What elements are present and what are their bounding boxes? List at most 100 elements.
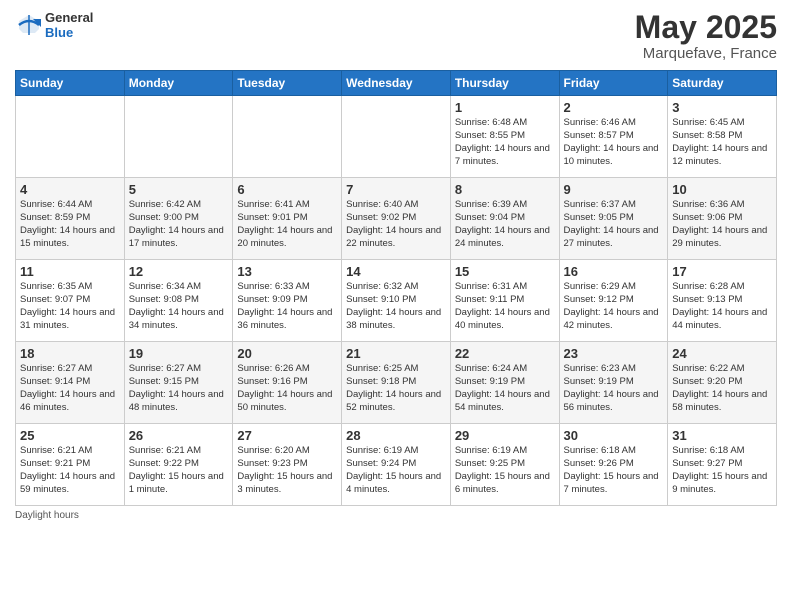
calendar-cell: 25 Sunrise: 6:21 AM Sunset: 9:21 PM Dayli… — [16, 424, 125, 506]
calendar-cell: 9 Sunrise: 6:37 AM Sunset: 9:05 PM Daylig… — [559, 178, 668, 260]
day-number: 6 — [237, 182, 337, 197]
subtitle: Marquefave, France — [635, 45, 777, 62]
day-info: Sunrise: 6:45 AM Sunset: 8:58 PM Dayligh… — [672, 117, 772, 168]
day-info: Sunrise: 6:40 AM Sunset: 9:02 PM Dayligh… — [346, 199, 446, 250]
day-info: Sunrise: 6:36 AM Sunset: 9:06 PM Dayligh… — [672, 199, 772, 250]
title-block: May 2025 Marquefave, France — [635, 10, 777, 62]
day-info: Sunrise: 6:27 AM Sunset: 9:15 PM Dayligh… — [129, 363, 229, 414]
calendar-cell: 2 Sunrise: 6:46 AM Sunset: 8:57 PM Daylig… — [559, 96, 668, 178]
calendar-cell — [16, 96, 125, 178]
day-number: 14 — [346, 264, 446, 279]
logo-blue: Blue — [45, 25, 93, 40]
day-info: Sunrise: 6:18 AM Sunset: 9:26 PM Dayligh… — [564, 445, 664, 496]
day-info: Sunrise: 6:29 AM Sunset: 9:12 PM Dayligh… — [564, 281, 664, 332]
logo-icon — [15, 11, 43, 39]
header-row: Sunday Monday Tuesday Wednesday Thursday… — [16, 71, 777, 96]
calendar-cell: 12 Sunrise: 6:34 AM Sunset: 9:08 PM Dayli… — [124, 260, 233, 342]
calendar-cell: 8 Sunrise: 6:39 AM Sunset: 9:04 PM Daylig… — [450, 178, 559, 260]
calendar-cell: 18 Sunrise: 6:27 AM Sunset: 9:14 PM Dayli… — [16, 342, 125, 424]
footer-text: Daylight hours — [15, 510, 79, 521]
calendar-week-1: 4 Sunrise: 6:44 AM Sunset: 8:59 PM Daylig… — [16, 178, 777, 260]
calendar-cell — [342, 96, 451, 178]
calendar-cell: 7 Sunrise: 6:40 AM Sunset: 9:02 PM Daylig… — [342, 178, 451, 260]
day-number: 1 — [455, 100, 555, 115]
day-number: 22 — [455, 346, 555, 361]
day-number: 19 — [129, 346, 229, 361]
day-number: 16 — [564, 264, 664, 279]
day-info: Sunrise: 6:35 AM Sunset: 9:07 PM Dayligh… — [20, 281, 120, 332]
calendar-cell: 10Sunrise: 6:36 AM Sunset: 9:06 PM Dayli… — [668, 178, 777, 260]
day-info: Sunrise: 6:34 AM Sunset: 9:08 PM Dayligh… — [129, 281, 229, 332]
day-info: Sunrise: 6:22 AM Sunset: 9:20 PM Dayligh… — [672, 363, 772, 414]
day-number: 26 — [129, 428, 229, 443]
day-info: Sunrise: 6:23 AM Sunset: 9:19 PM Dayligh… — [564, 363, 664, 414]
day-info: Sunrise: 6:39 AM Sunset: 9:04 PM Dayligh… — [455, 199, 555, 250]
day-number: 17 — [672, 264, 772, 279]
col-wednesday: Wednesday — [342, 71, 451, 96]
calendar-cell: 22 Sunrise: 6:24 AM Sunset: 9:19 PM Dayli… — [450, 342, 559, 424]
calendar-cell: 28Sunrise: 6:19 AM Sunset: 9:24 PM Dayli… — [342, 424, 451, 506]
day-number: 4 — [20, 182, 120, 197]
day-number: 18 — [20, 346, 120, 361]
calendar-week-2: 11 Sunrise: 6:35 AM Sunset: 9:07 PM Dayli… — [16, 260, 777, 342]
day-number: 20 — [237, 346, 337, 361]
logo-general: General — [45, 10, 93, 25]
calendar-body: 1 Sunrise: 6:48 AM Sunset: 8:55 PM Daylig… — [16, 96, 777, 506]
logo: General Blue — [15, 10, 93, 40]
calendar-cell: 16 Sunrise: 6:29 AM Sunset: 9:12 PM Dayli… — [559, 260, 668, 342]
day-number: 9 — [564, 182, 664, 197]
calendar-cell: 13Sunrise: 6:33 AM Sunset: 9:09 PM Dayli… — [233, 260, 342, 342]
day-info: Sunrise: 6:25 AM Sunset: 9:18 PM Dayligh… — [346, 363, 446, 414]
calendar-cell: 3Sunrise: 6:45 AM Sunset: 8:58 PM Daylig… — [668, 96, 777, 178]
calendar-cell: 29Sunrise: 6:19 AM Sunset: 9:25 PM Dayli… — [450, 424, 559, 506]
day-number: 31 — [672, 428, 772, 443]
day-number: 2 — [564, 100, 664, 115]
day-info: Sunrise: 6:44 AM Sunset: 8:59 PM Dayligh… — [20, 199, 120, 250]
col-thursday: Thursday — [450, 71, 559, 96]
day-info: Sunrise: 6:32 AM Sunset: 9:10 PM Dayligh… — [346, 281, 446, 332]
day-number: 7 — [346, 182, 446, 197]
day-number: 15 — [455, 264, 555, 279]
day-info: Sunrise: 6:21 AM Sunset: 9:22 PM Dayligh… — [129, 445, 229, 496]
day-info: Sunrise: 6:48 AM Sunset: 8:55 PM Dayligh… — [455, 117, 555, 168]
day-number: 23 — [564, 346, 664, 361]
calendar-table: Sunday Monday Tuesday Wednesday Thursday… — [15, 70, 777, 506]
calendar-cell: 1 Sunrise: 6:48 AM Sunset: 8:55 PM Daylig… — [450, 96, 559, 178]
day-number: 24 — [672, 346, 772, 361]
main-title: May 2025 — [635, 10, 777, 45]
calendar-cell: 21Sunrise: 6:25 AM Sunset: 9:18 PM Dayli… — [342, 342, 451, 424]
day-number: 12 — [129, 264, 229, 279]
day-number: 11 — [20, 264, 120, 279]
calendar-cell: 15Sunrise: 6:31 AM Sunset: 9:11 PM Dayli… — [450, 260, 559, 342]
day-number: 29 — [455, 428, 555, 443]
day-number: 25 — [20, 428, 120, 443]
day-info: Sunrise: 6:42 AM Sunset: 9:00 PM Dayligh… — [129, 199, 229, 250]
day-info: Sunrise: 6:24 AM Sunset: 9:19 PM Dayligh… — [455, 363, 555, 414]
day-info: Sunrise: 6:27 AM Sunset: 9:14 PM Dayligh… — [20, 363, 120, 414]
calendar-cell: 24 Sunrise: 6:22 AM Sunset: 9:20 PM Dayli… — [668, 342, 777, 424]
day-number: 30 — [564, 428, 664, 443]
calendar-week-4: 25 Sunrise: 6:21 AM Sunset: 9:21 PM Dayli… — [16, 424, 777, 506]
col-tuesday: Tuesday — [233, 71, 342, 96]
calendar-cell: 6Sunrise: 6:41 AM Sunset: 9:01 PM Daylig… — [233, 178, 342, 260]
calendar-week-0: 1 Sunrise: 6:48 AM Sunset: 8:55 PM Daylig… — [16, 96, 777, 178]
day-info: Sunrise: 6:33 AM Sunset: 9:09 PM Dayligh… — [237, 281, 337, 332]
calendar-cell: 14 Sunrise: 6:32 AM Sunset: 9:10 PM Dayli… — [342, 260, 451, 342]
day-info: Sunrise: 6:28 AM Sunset: 9:13 PM Dayligh… — [672, 281, 772, 332]
calendar-cell: 23 Sunrise: 6:23 AM Sunset: 9:19 PM Dayli… — [559, 342, 668, 424]
day-number: 8 — [455, 182, 555, 197]
day-info: Sunrise: 6:46 AM Sunset: 8:57 PM Dayligh… — [564, 117, 664, 168]
calendar-header: Sunday Monday Tuesday Wednesday Thursday… — [16, 71, 777, 96]
calendar-cell — [124, 96, 233, 178]
calendar-cell: 11 Sunrise: 6:35 AM Sunset: 9:07 PM Dayli… — [16, 260, 125, 342]
footer: Daylight hours — [15, 510, 777, 521]
calendar-cell: 5 Sunrise: 6:42 AM Sunset: 9:00 PM Daylig… — [124, 178, 233, 260]
day-info: Sunrise: 6:21 AM Sunset: 9:21 PM Dayligh… — [20, 445, 120, 496]
logo-text: General Blue — [45, 10, 93, 40]
header: General Blue May 2025 Marquefave, France — [15, 10, 777, 62]
page: General Blue May 2025 Marquefave, France… — [0, 0, 792, 612]
day-number: 5 — [129, 182, 229, 197]
day-number: 28 — [346, 428, 446, 443]
col-sunday: Sunday — [16, 71, 125, 96]
day-info: Sunrise: 6:37 AM Sunset: 9:05 PM Dayligh… — [564, 199, 664, 250]
